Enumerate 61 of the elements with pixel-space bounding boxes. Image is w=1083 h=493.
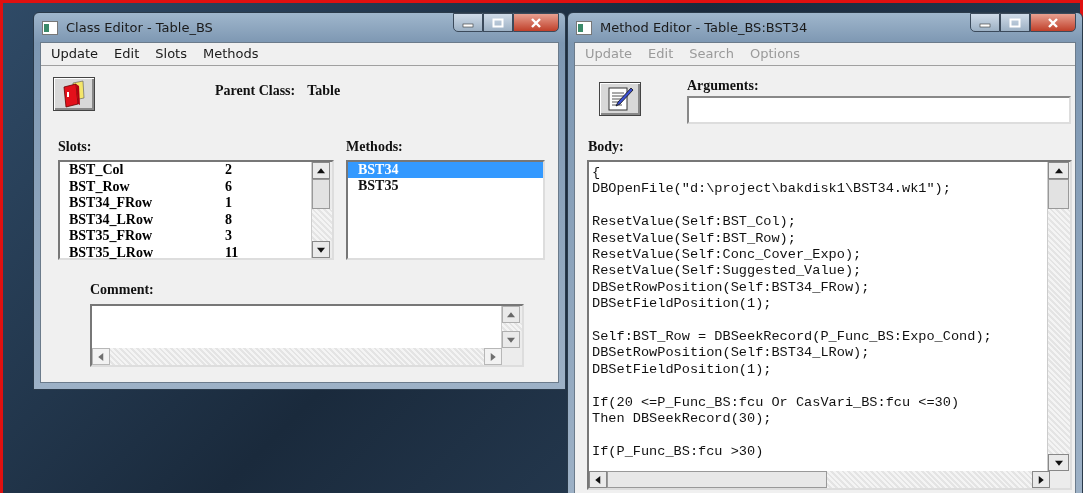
menu-item[interactable]: Methods [202,46,259,61]
window-icon [576,20,592,35]
arguments-label: Arguments: [687,78,760,94]
slot-name[interactable]: BST34_LRow [69,211,225,228]
slot-value: 1 [225,195,232,212]
slot-name[interactable]: BST_Col [69,162,225,179]
maximize-button[interactable] [1000,13,1030,32]
scroll-thumb[interactable] [312,179,330,209]
slots-list[interactable]: BST_Col 2 BST_Row 6 BST34_FRow 1 BST34_LRow 8 BST35_FRow 3 BST35_LRow 11 [58,160,334,260]
slot-value: 2 [225,162,232,179]
vertical-scrollbar[interactable] [311,162,332,258]
parent-class-label: Parent Class: [215,83,296,99]
code-text: { DBOpenFile("d:\project\bakdisk1\BST34.wk1"); ResetValue(Self:BST_Col); ResetValue(Self:BST_Row); ResetValue(Self:Conc_Cover_Expo); ResetValue(Self:Suggested_Value); DBSetRowPosition(Self:BST34_FRow); DBSetFieldPosition(1); Self:BST_Row = DBSeekRecord(P_Func_BS:Expo_Cond); DBSetRowPosition(Self:BST34_LRow); DBSetFieldPosition(1); If(20 <=P_Func_BS:fcu Or CasVari_BS:fcu <=30) Then DBSeekRecord(30); If(P_Func_BS:fcu >30) [591,164,993,461]
method-item[interactable]: BST35 [348,178,543,194]
scroll-left-button[interactable] [589,471,607,488]
close-icon [1047,17,1059,28]
maximize-icon [492,17,504,28]
class-icon-button[interactable] [53,77,95,111]
slot-name[interactable]: BST35_LRow [69,244,225,261]
scrollbar-corner [1050,471,1070,488]
close-icon [530,17,542,28]
close-button[interactable] [1030,13,1076,32]
horizontal-scrollbar[interactable] [589,471,1050,488]
slot-name[interactable]: BST_Row [69,178,225,195]
maximize-icon [1009,17,1021,28]
slot-value: 11 [225,244,239,261]
minimize-button[interactable] [970,13,1000,32]
method-icon-button[interactable] [599,82,641,116]
scroll-right-button[interactable] [1032,471,1050,488]
scroll-thumb[interactable] [1048,179,1069,209]
menu-item[interactable]: Slots [155,46,187,61]
menu-item[interactable]: Edit [114,46,140,61]
comment-label: Comment: [90,282,155,298]
window-icon [42,20,58,35]
arguments-field[interactable] [687,96,1071,124]
slot-name[interactable]: BST34_FRow [69,195,225,212]
menu-item[interactable]: Update [51,46,99,61]
slot-value: 8 [225,211,232,228]
comment-field[interactable] [90,304,524,367]
methods-label: Methods: [346,139,404,155]
body-label: Body: [587,138,625,155]
vertical-scrollbar[interactable] [1047,162,1070,471]
scroll-thumb[interactable] [607,471,827,488]
body-editor[interactable] [587,160,1072,490]
methods-list[interactable]: BST34 BST35 [346,160,545,260]
window-title: Method Editor - Table_BS:BST34 [600,20,808,35]
scroll-down-button[interactable] [1048,454,1069,471]
scroll-up-button[interactable] [1048,162,1069,179]
close-button[interactable] [513,13,559,32]
slots-label: Slots: [58,139,93,155]
scrollbar-corner [502,348,522,365]
scroll-up-button[interactable] [312,162,330,179]
window-title: Class Editor - Table_BS [66,20,213,35]
parent-class-value: Table [307,83,341,99]
notepad-pen-icon [606,85,634,113]
slot-value: 6 [225,178,232,195]
slot-name[interactable]: BST35_FRow [69,228,225,245]
minimize-button[interactable] [453,13,483,32]
scroll-down-button[interactable] [312,241,330,258]
slot-value: 3 [225,228,232,245]
maximize-button[interactable] [483,13,513,32]
